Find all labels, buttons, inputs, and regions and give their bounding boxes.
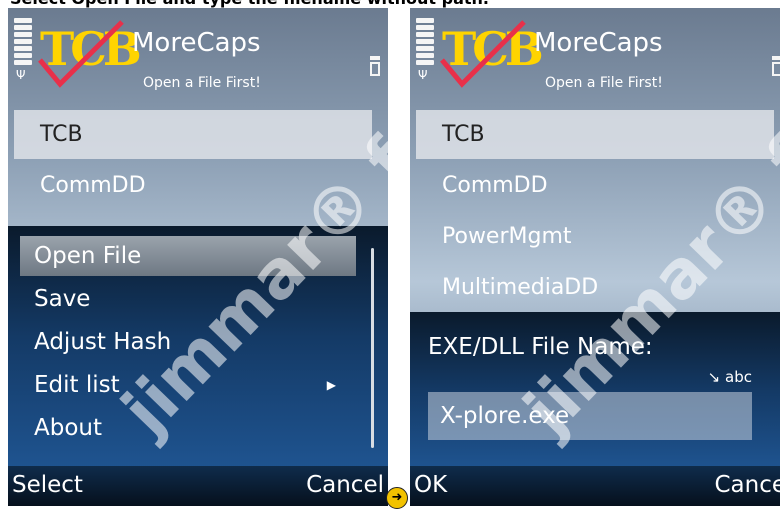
- menu-item-label: Open File: [34, 243, 142, 269]
- battery-icon: [772, 56, 780, 76]
- list-item[interactable]: CommDD: [14, 161, 372, 210]
- app-logo: TCB: [36, 18, 142, 88]
- menu-item-open-file[interactable]: Open File: [20, 236, 356, 276]
- ok-softkey[interactable]: OK: [414, 472, 447, 498]
- cancel-softkey[interactable]: Cance: [714, 472, 780, 498]
- antenna-icon: Ψ: [418, 68, 428, 82]
- menu-item-about[interactable]: About: [20, 408, 356, 448]
- checkmark-icon: [38, 20, 124, 88]
- signal-strength-icon: [416, 18, 434, 67]
- list-item[interactable]: TCB: [416, 110, 774, 159]
- input-mode-label: abc: [725, 368, 752, 386]
- options-menu: Open File Save Adjust Hash Edit list ▶ A…: [8, 226, 388, 474]
- filename-query-dialog: EXE/DLL File Name: ↘ abc X-plore.exe: [410, 312, 780, 472]
- app-subtitle: Open a File First!: [545, 75, 663, 91]
- phone-screen-right: Ψ TCB MoreCaps Open a File First! TCB Co…: [410, 8, 780, 506]
- battery-icon: [370, 56, 380, 76]
- phone-screen-left: Ψ TCB MoreCaps Open a File First! TCB Co…: [8, 8, 388, 506]
- cancel-softkey[interactable]: Cancel: [306, 472, 384, 498]
- input-mode-indicator: ↘ abc: [708, 368, 752, 386]
- menu-item-save[interactable]: Save: [20, 279, 356, 319]
- submenu-arrow-icon: ▶: [326, 378, 336, 392]
- menu-item-label: Edit list: [34, 372, 120, 398]
- list-item[interactable]: MultimediaDD: [416, 263, 774, 312]
- list-item[interactable]: CommDD: [416, 161, 774, 210]
- capability-list: TCB CommDD: [14, 110, 372, 212]
- menu-item-adjust-hash[interactable]: Adjust Hash: [20, 322, 356, 362]
- instruction-caption: Select Open File and type the filename w…: [10, 0, 489, 8]
- filename-input[interactable]: X-plore.exe: [428, 392, 752, 440]
- filename-field-label: EXE/DLL File Name:: [428, 334, 653, 360]
- antenna-icon: Ψ: [16, 68, 26, 82]
- menu-item-label: Adjust Hash: [34, 329, 172, 355]
- app-title: MoreCaps: [132, 28, 261, 58]
- pencil-icon: ↘: [707, 368, 721, 386]
- signal-strength-icon: [14, 18, 32, 67]
- softkey-bar: OK Cance: [410, 466, 780, 506]
- app-title: MoreCaps: [534, 28, 663, 58]
- list-item[interactable]: TCB: [14, 110, 372, 159]
- app-logo: TCB: [438, 18, 544, 88]
- menu-item-label: Save: [34, 286, 91, 312]
- capability-list: TCB CommDD PowerMgmt MultimediaDD: [416, 110, 774, 314]
- menu-item-label: About: [34, 415, 103, 441]
- checkmark-icon: [440, 20, 526, 88]
- list-item[interactable]: PowerMgmt: [416, 212, 774, 261]
- menu-scrollbar[interactable]: [371, 248, 374, 448]
- softkey-bar: Select Cancel: [8, 466, 388, 506]
- menu-item-edit-list[interactable]: Edit list ▶: [20, 365, 356, 405]
- app-subtitle: Open a File First!: [143, 75, 261, 91]
- select-softkey[interactable]: Select: [12, 472, 83, 498]
